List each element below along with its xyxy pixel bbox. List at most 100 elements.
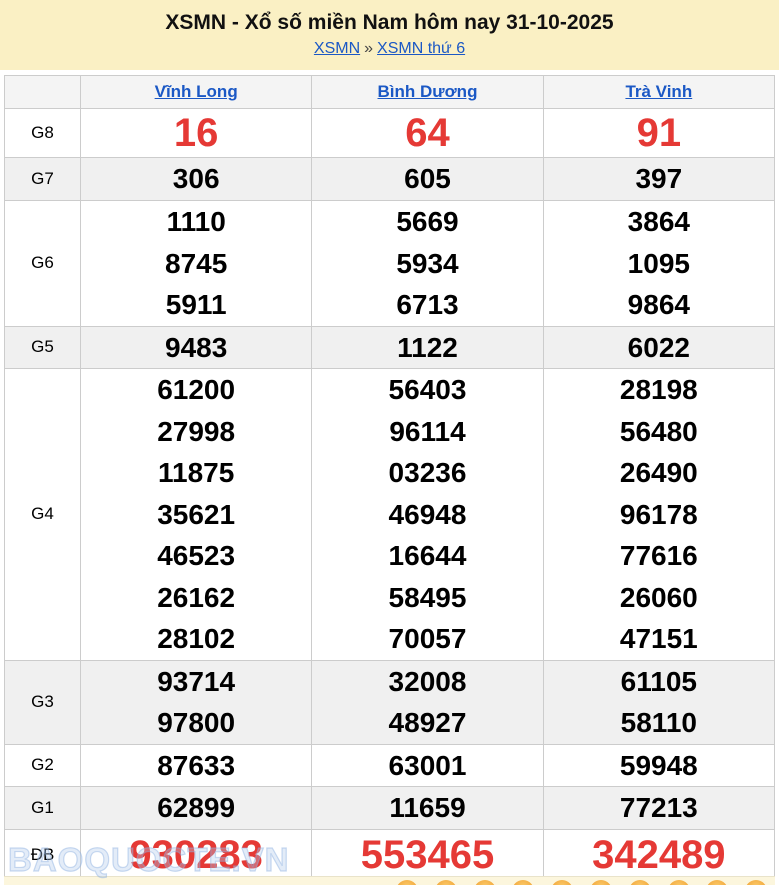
result-cell-db-binh-duong: 553465	[312, 829, 543, 880]
breadcrumb: XSMN»XSMN thứ 6	[0, 40, 779, 58]
column-link-vinh-long[interactable]: Vĩnh Long	[155, 82, 238, 101]
result-number: 62899	[81, 787, 311, 829]
result-number: 1122	[312, 327, 542, 369]
result-number: 26162	[81, 577, 311, 619]
result-number: 96114	[312, 411, 542, 453]
result-number: 35621	[81, 494, 311, 536]
result-cell-db-tra-vinh: 342489	[543, 829, 774, 880]
lottery-ball-icon	[512, 880, 534, 885]
lottery-ball-icon	[745, 880, 767, 885]
result-number: 11659	[312, 787, 542, 829]
result-cell-g3-binh-duong: 3200848927	[312, 660, 543, 744]
prize-label-g2: G2	[5, 744, 81, 787]
corner-cell	[5, 76, 81, 109]
result-cell-g7-tra-vinh: 397	[543, 158, 774, 201]
breadcrumb-link-xsmn[interactable]: XSMN	[314, 40, 360, 57]
prize-label-db: ĐB	[5, 829, 81, 880]
column-header-row: Vĩnh Long Bình Dương Trà Vinh	[5, 76, 775, 109]
result-number: 63001	[312, 745, 542, 787]
result-number: 1095	[544, 243, 774, 285]
prize-row-g1: G1628991165977213	[5, 787, 775, 830]
result-cell-g1-binh-duong: 11659	[312, 787, 543, 830]
result-number: 397	[544, 158, 774, 200]
result-number: 1110	[81, 201, 311, 243]
prize-label-g1: G1	[5, 787, 81, 830]
prize-row-db: ĐB930283553465342489	[5, 829, 775, 880]
results-table-head: Vĩnh Long Bình Dương Trà Vinh	[5, 76, 775, 109]
prize-label-g4: G4	[5, 369, 81, 661]
result-number: 930283	[81, 831, 311, 879]
prize-label-g3: G3	[5, 660, 81, 744]
result-cell-g4-vinh-long: 61200279981187535621465232616228102	[81, 369, 312, 661]
prize-row-g5: G5948311226022	[5, 326, 775, 369]
result-number: 56403	[312, 369, 542, 411]
lottery-results-page: XSMN - Xổ số miền Nam hôm nay 31-10-2025…	[0, 0, 779, 885]
result-number: 61200	[81, 369, 311, 411]
prize-row-g6: G6111087455911566959346713386410959864	[5, 201, 775, 327]
result-number: 6022	[544, 327, 774, 369]
result-number: 97800	[81, 702, 311, 744]
page-title: XSMN - Xổ số miền Nam hôm nay 31-10-2025	[0, 11, 779, 35]
result-number: 59948	[544, 745, 774, 787]
next-section-preview	[4, 876, 775, 885]
page-header: XSMN - Xổ số miền Nam hôm nay 31-10-2025…	[0, 0, 779, 70]
column-header-binh-duong: Bình Dương	[312, 76, 543, 109]
result-number: 46948	[312, 494, 542, 536]
prize-row-g7: G7306605397	[5, 158, 775, 201]
result-cell-g3-vinh-long: 9371497800	[81, 660, 312, 744]
result-number: 28198	[544, 369, 774, 411]
result-cell-g1-vinh-long: 62899	[81, 787, 312, 830]
prize-row-g8: G8166491	[5, 109, 775, 158]
result-number: 16644	[312, 535, 542, 577]
result-number: 9483	[81, 327, 311, 369]
result-number: 77616	[544, 535, 774, 577]
result-number: 64	[312, 109, 542, 157]
column-link-binh-duong[interactable]: Bình Dương	[378, 82, 478, 101]
breadcrumb-separator: »	[364, 40, 373, 57]
lottery-ball-icon	[551, 880, 573, 885]
result-number: 5934	[312, 243, 542, 285]
result-cell-g8-vinh-long: 16	[81, 109, 312, 158]
result-cell-g5-binh-duong: 1122	[312, 326, 543, 369]
breadcrumb-link-xsmn-thu-6[interactable]: XSMN thứ 6	[377, 40, 465, 57]
column-header-vinh-long: Vĩnh Long	[81, 76, 312, 109]
lottery-ball-icon	[396, 880, 418, 885]
results-table: Vĩnh Long Bình Dương Trà Vinh G8166491G730…	[4, 75, 775, 881]
result-number: 342489	[544, 831, 774, 879]
result-number: 605	[312, 158, 542, 200]
result-cell-db-vinh-long: 930283	[81, 829, 312, 880]
result-cell-g3-tra-vinh: 6110558110	[543, 660, 774, 744]
result-number: 56480	[544, 411, 774, 453]
result-cell-g4-tra-vinh: 28198564802649096178776162606047151	[543, 369, 774, 661]
result-cell-g7-binh-duong: 605	[312, 158, 543, 201]
result-number: 5911	[81, 284, 311, 326]
result-number: 46523	[81, 535, 311, 577]
result-number: 553465	[312, 831, 542, 879]
result-number: 27998	[81, 411, 311, 453]
result-number: 58110	[544, 702, 774, 744]
result-cell-g6-binh-duong: 566959346713	[312, 201, 543, 327]
result-number: 87633	[81, 745, 311, 787]
prize-row-g3: G3937149780032008489276110558110	[5, 660, 775, 744]
result-cell-g8-binh-duong: 64	[312, 109, 543, 158]
result-number: 47151	[544, 618, 774, 660]
result-number: 8745	[81, 243, 311, 285]
prize-row-g4: G461200279981187535621465232616228102564…	[5, 369, 775, 661]
result-number: 6713	[312, 284, 542, 326]
lottery-ball-icon	[706, 880, 728, 885]
column-header-tra-vinh: Trà Vinh	[543, 76, 774, 109]
result-cell-g5-vinh-long: 9483	[81, 326, 312, 369]
result-number: 93714	[81, 661, 311, 703]
prize-label-g5: G5	[5, 326, 81, 369]
lottery-ball-icon	[435, 880, 457, 885]
result-number: 61105	[544, 661, 774, 703]
result-number: 77213	[544, 787, 774, 829]
column-link-tra-vinh[interactable]: Trà Vinh	[625, 82, 692, 101]
result-number: 9864	[544, 284, 774, 326]
result-number: 26490	[544, 452, 774, 494]
prize-row-g2: G2876336300159948	[5, 744, 775, 787]
result-number: 306	[81, 158, 311, 200]
result-number: 11875	[81, 452, 311, 494]
result-number: 91	[544, 109, 774, 157]
result-cell-g4-binh-duong: 56403961140323646948166445849570057	[312, 369, 543, 661]
